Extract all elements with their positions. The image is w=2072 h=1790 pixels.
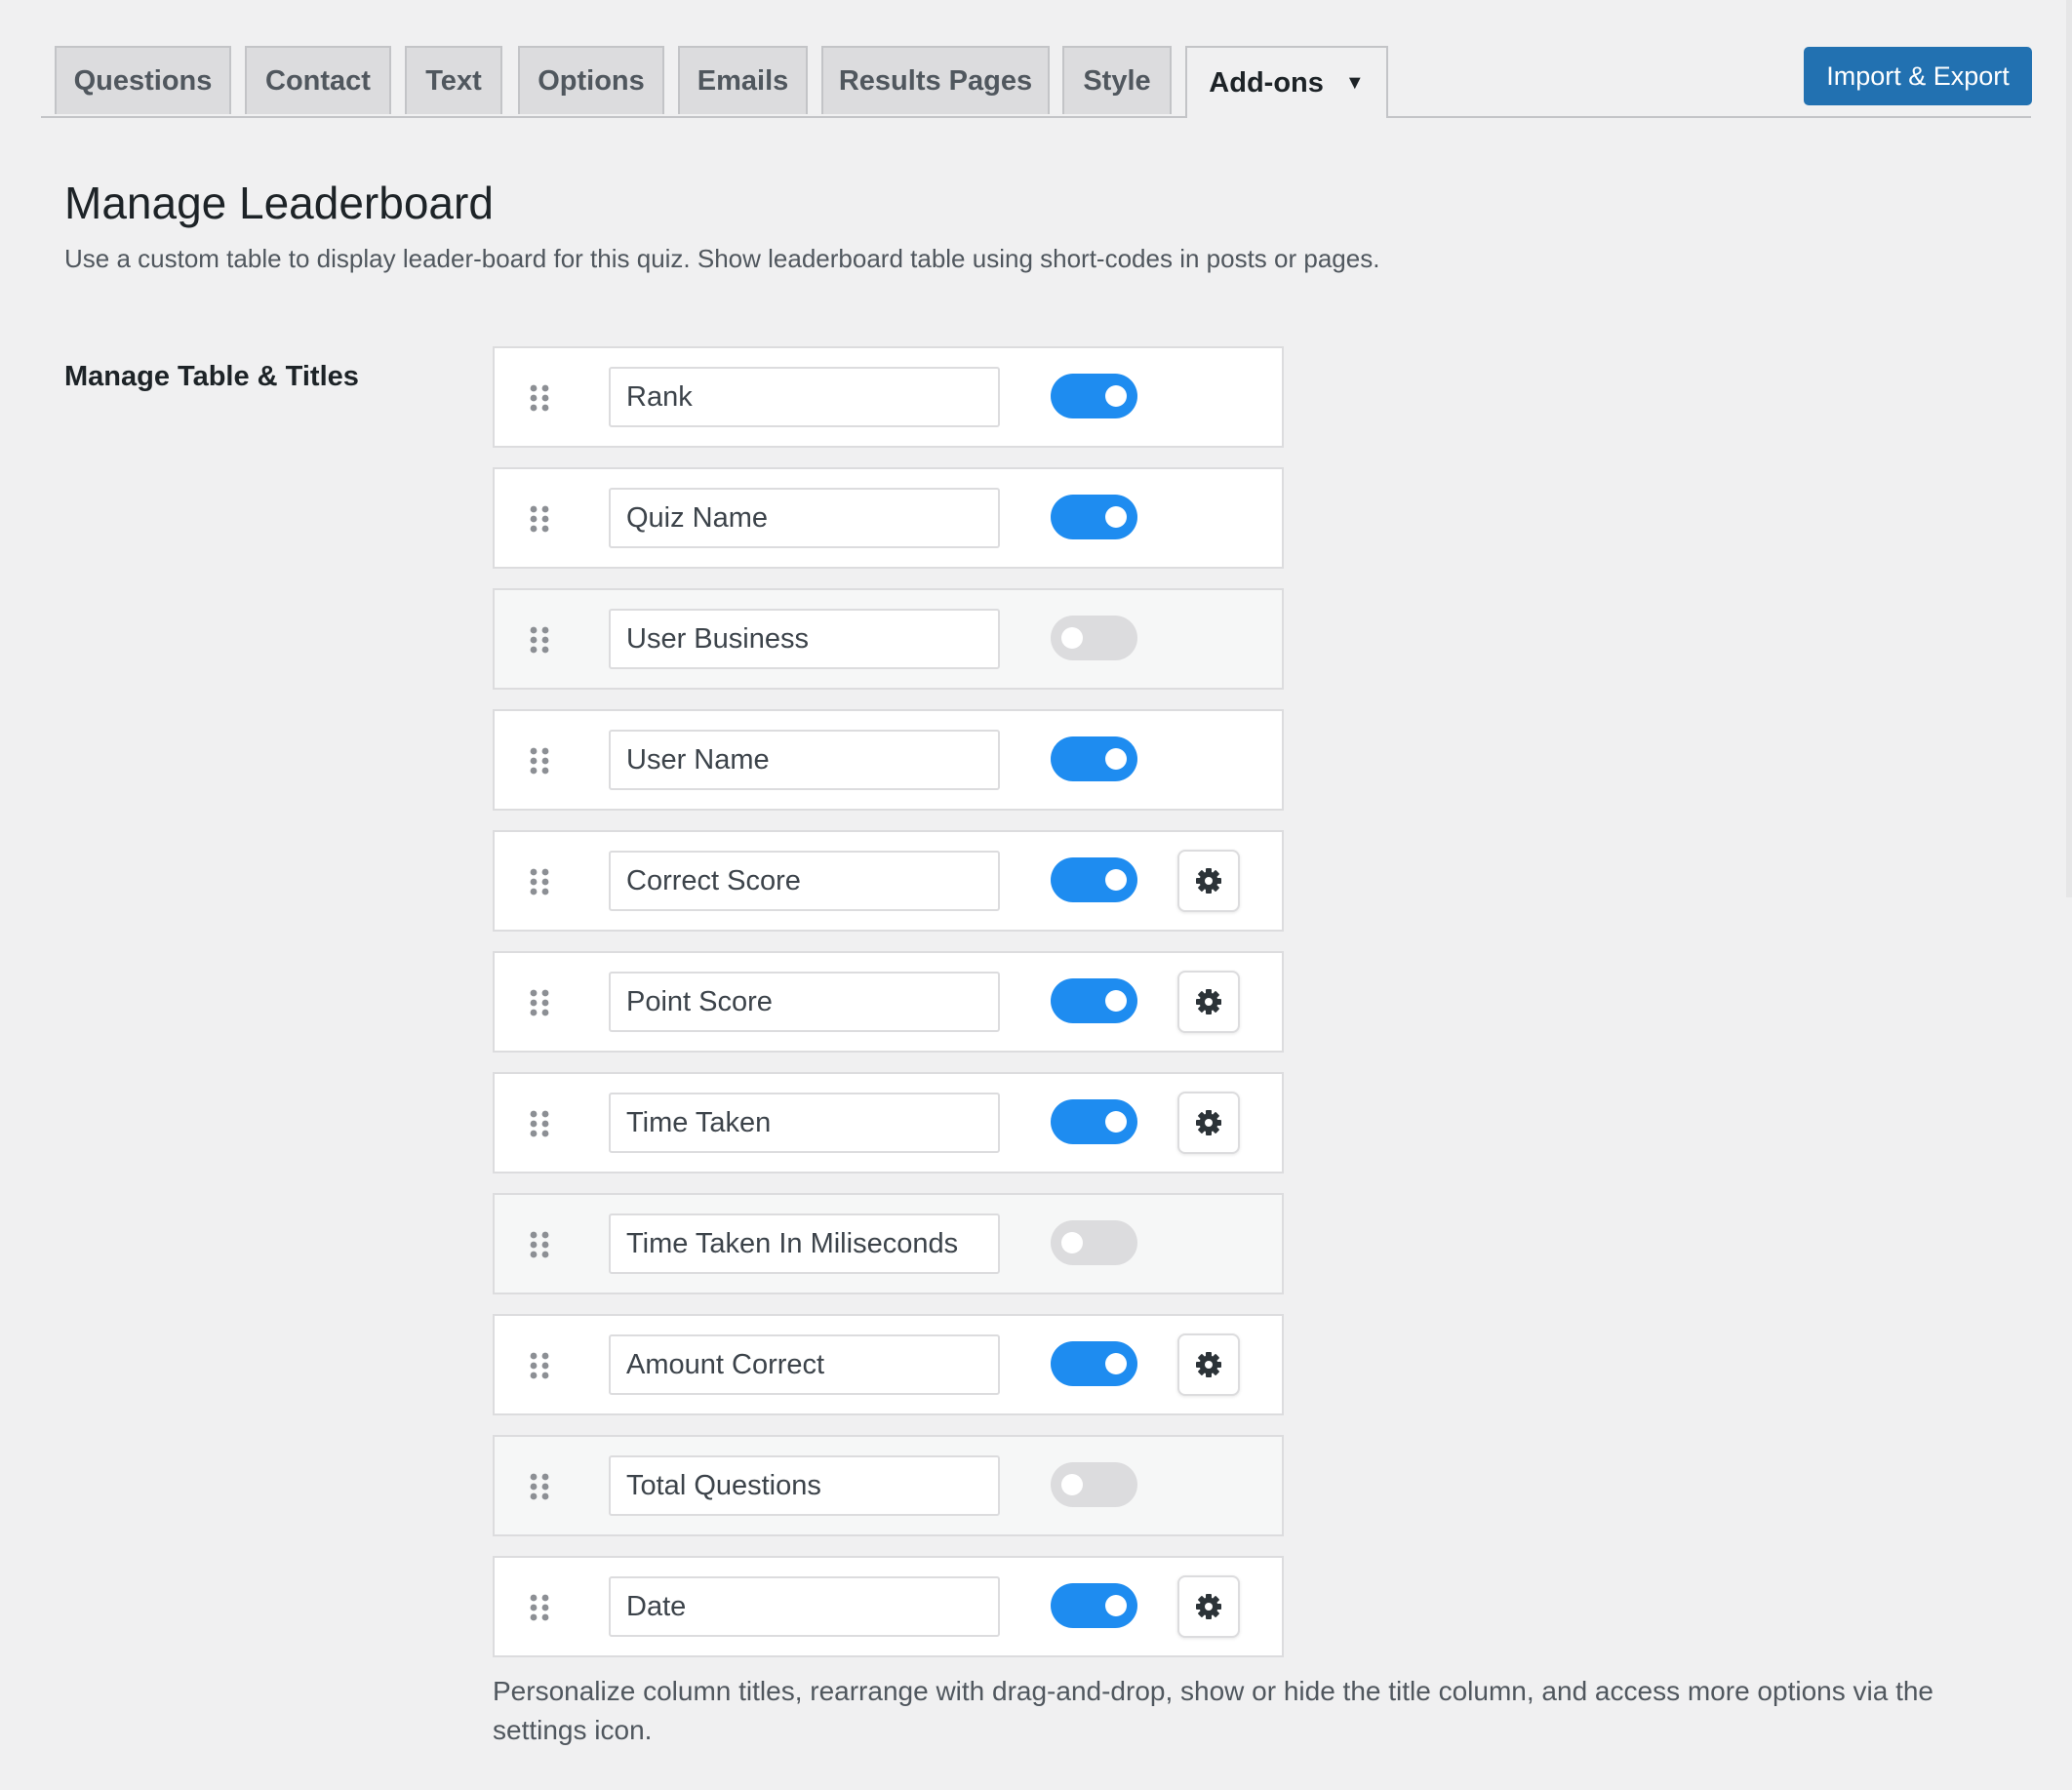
gear-icon: [1196, 1110, 1221, 1135]
tab-label: Options: [538, 64, 645, 97]
leaderboard-column-row[interactable]: [493, 1314, 1284, 1415]
leaderboard-column-row[interactable]: [493, 467, 1284, 569]
leaderboard-column-row[interactable]: [493, 1556, 1284, 1657]
column-title-input[interactable]: [609, 730, 1000, 790]
column-title-input[interactable]: [609, 1455, 1000, 1516]
tab-label: Style: [1083, 64, 1151, 97]
column-title-input[interactable]: [609, 367, 1000, 427]
toggle-knob: [1105, 990, 1127, 1012]
toggle-knob: [1105, 1111, 1127, 1133]
tab-label: Results Pages: [838, 64, 1033, 97]
tab-label: Questions: [73, 64, 213, 97]
tab-contact[interactable]: Contact: [245, 46, 391, 114]
column-visibility-toggle[interactable]: [1051, 736, 1137, 781]
drag-handle-icon[interactable]: [528, 1593, 551, 1622]
drag-handle-icon[interactable]: [528, 1472, 551, 1501]
column-visibility-toggle[interactable]: [1051, 1462, 1137, 1507]
column-settings-button[interactable]: [1177, 1092, 1240, 1154]
help-text: Personalize column titles, rearrange wit…: [493, 1676, 1933, 1745]
column-settings-button[interactable]: [1177, 1575, 1240, 1638]
column-title-input[interactable]: [609, 972, 1000, 1032]
gear-icon: [1196, 1594, 1221, 1619]
leaderboard-column-row[interactable]: [493, 346, 1284, 448]
column-visibility-toggle[interactable]: [1051, 1099, 1137, 1144]
column-settings-button[interactable]: [1177, 1333, 1240, 1396]
column-title-input[interactable]: [609, 1576, 1000, 1637]
tab-label: Add-ons: [1209, 66, 1324, 99]
column-title-input[interactable]: [609, 851, 1000, 911]
leaderboard-column-row[interactable]: [493, 1193, 1284, 1294]
gear-icon: [1196, 989, 1221, 1014]
tab-style[interactable]: Style: [1062, 46, 1172, 114]
leaderboard-column-row[interactable]: [493, 588, 1284, 690]
section-label: Manage Table & Titles: [64, 361, 359, 392]
leaderboard-column-row[interactable]: [493, 830, 1284, 932]
drag-handle-icon[interactable]: [528, 988, 551, 1017]
caret-down-icon: ▼: [1344, 71, 1365, 94]
tab-text[interactable]: Text: [405, 46, 502, 114]
toggle-knob: [1105, 748, 1127, 770]
tab-results-pages[interactable]: Results Pages: [821, 46, 1050, 114]
tab-label: Contact: [265, 64, 371, 97]
drag-handle-icon[interactable]: [528, 625, 551, 655]
leaderboard-column-row[interactable]: [493, 1435, 1284, 1536]
leaderboard-column-row[interactable]: [493, 709, 1284, 811]
leaderboard-columns-list: [493, 346, 1284, 1677]
column-visibility-toggle[interactable]: [1051, 978, 1137, 1023]
tab-label: Emails: [697, 64, 789, 97]
drag-handle-icon[interactable]: [528, 383, 551, 413]
column-visibility-toggle[interactable]: [1051, 495, 1137, 539]
toggle-knob: [1105, 506, 1127, 528]
toggle-knob: [1061, 627, 1083, 649]
column-visibility-toggle[interactable]: [1051, 857, 1137, 902]
page-description: Use a custom table to display leader-boa…: [64, 244, 1380, 273]
drag-handle-icon[interactable]: [528, 504, 551, 534]
scrollbar[interactable]: [2066, 0, 2072, 897]
drag-handle-icon[interactable]: [528, 1109, 551, 1138]
toggle-knob: [1105, 385, 1127, 407]
column-visibility-toggle[interactable]: [1051, 1341, 1137, 1386]
toggle-knob: [1105, 869, 1127, 891]
toggle-knob: [1105, 1353, 1127, 1374]
column-visibility-toggle[interactable]: [1051, 1220, 1137, 1265]
tab-label: Text: [425, 64, 482, 97]
drag-handle-icon[interactable]: [528, 746, 551, 776]
tab-bar: Questions Contact Text Options Emails Re…: [41, 46, 2031, 118]
column-title-input[interactable]: [609, 1213, 1000, 1274]
gear-icon: [1196, 868, 1221, 894]
column-visibility-toggle[interactable]: [1051, 374, 1137, 418]
column-visibility-toggle[interactable]: [1051, 1583, 1137, 1628]
toggle-knob: [1061, 1232, 1083, 1253]
tab-questions[interactable]: Questions: [55, 46, 231, 114]
page-title: Manage Leaderboard: [64, 178, 494, 228]
leaderboard-column-row[interactable]: [493, 951, 1284, 1053]
drag-handle-icon[interactable]: [528, 1230, 551, 1259]
column-title-input[interactable]: [609, 1093, 1000, 1153]
column-title-input[interactable]: [609, 609, 1000, 669]
column-title-input[interactable]: [609, 1334, 1000, 1395]
import-export-button[interactable]: Import & Export: [1804, 47, 2032, 105]
drag-handle-icon[interactable]: [528, 1351, 551, 1380]
column-settings-button[interactable]: [1177, 971, 1240, 1033]
toggle-knob: [1061, 1474, 1083, 1495]
column-title-input[interactable]: [609, 488, 1000, 548]
column-settings-button[interactable]: [1177, 850, 1240, 912]
tab-options[interactable]: Options: [518, 46, 664, 114]
leaderboard-column-row[interactable]: [493, 1072, 1284, 1173]
drag-handle-icon[interactable]: [528, 867, 551, 896]
tab-emails[interactable]: Emails: [678, 46, 808, 114]
tab-add-ons[interactable]: Add-ons ▼: [1185, 46, 1388, 118]
gear-icon: [1196, 1352, 1221, 1377]
column-visibility-toggle[interactable]: [1051, 616, 1137, 660]
toggle-knob: [1105, 1595, 1127, 1616]
